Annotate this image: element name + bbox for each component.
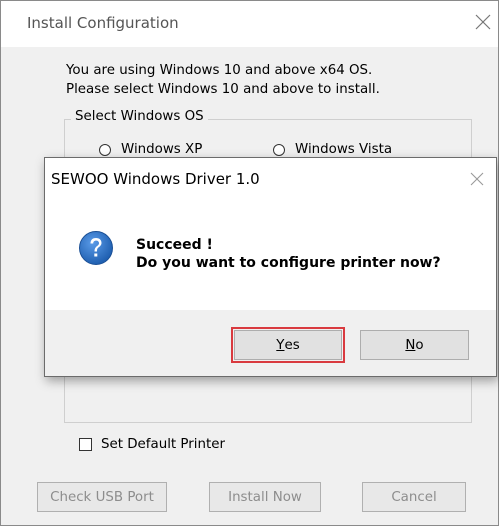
title-bar: Install Configuration [1, 1, 498, 47]
radio-windows-vista[interactable]: Windows Vista [273, 142, 392, 157]
message-line-1: Succeed ! [136, 237, 213, 253]
checkbox-label: Set Default Printer [101, 437, 225, 452]
install-now-button[interactable]: Install Now [209, 482, 321, 512]
set-default-printer-checkbox[interactable]: Set Default Printer [79, 437, 225, 452]
dialog-title: SEWOO Windows Driver 1.0 [51, 170, 260, 188]
dialog-message: Succeed ! Do you want to configure print… [136, 236, 441, 272]
no-mnemonic: N [405, 337, 416, 353]
check-usb-port-button[interactable]: Check USB Port [37, 482, 167, 512]
no-button[interactable]: No [360, 330, 469, 360]
window-title: Install Configuration [27, 14, 179, 32]
message-line-2: Do you want to configure printer now? [136, 255, 441, 271]
close-icon[interactable] [474, 13, 492, 31]
radio-label: Windows XP [121, 142, 203, 157]
intro-line-2: Please select Windows 10 and above to in… [66, 82, 380, 97]
radio-label: Windows Vista [295, 142, 393, 157]
yes-label: es [284, 337, 300, 353]
confirm-dialog: SEWOO Windows Driver 1.0 Succeed ! Do yo… [44, 157, 497, 377]
os-info-text: You are using Windows 10 and above x64 O… [66, 61, 380, 99]
install-configuration-window: Install Configuration You are using Wind… [0, 0, 499, 526]
radio-windows-xp[interactable]: Windows XP [99, 142, 202, 157]
radio-circle[interactable] [273, 143, 285, 156]
checkbox-box[interactable] [79, 438, 92, 451]
yes-button[interactable]: Yes [234, 330, 342, 360]
yes-mnemonic: Y [276, 337, 285, 353]
os-group-label: Select Windows OS [71, 109, 208, 124]
no-label: o [415, 337, 424, 353]
dialog-close-icon[interactable] [470, 172, 484, 186]
radio-circle[interactable] [99, 143, 111, 156]
cancel-button[interactable]: Cancel [362, 482, 466, 512]
intro-line-1: You are using Windows 10 and above x64 O… [66, 63, 373, 78]
question-icon [79, 231, 113, 265]
